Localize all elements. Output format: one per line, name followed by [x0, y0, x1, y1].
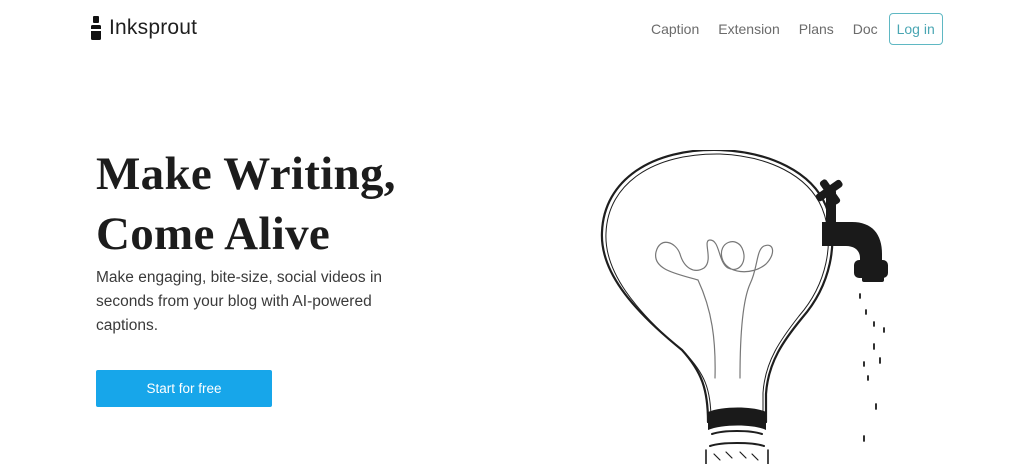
nav-caption[interactable]: Caption: [651, 21, 699, 37]
top-nav: Caption Extension Plans Doc Log in: [651, 12, 943, 45]
start-for-free-button[interactable]: Start for free: [96, 370, 272, 407]
hero-title-line-2: Come Alive: [96, 208, 331, 260]
ink-bottle-icon: [91, 16, 101, 40]
brand-name: Inksprout: [109, 16, 198, 39]
nav-plans[interactable]: Plans: [799, 21, 834, 37]
nav-doc[interactable]: Doc: [853, 21, 878, 37]
login-button[interactable]: Log in: [888, 12, 943, 45]
hero-subtitle: Make engaging, bite-size, social videos …: [96, 269, 383, 334]
hero-title-line-1: Make Writing,: [96, 148, 396, 200]
brand-logo[interactable]: Inksprout: [90, 14, 197, 42]
lightbulb-faucet-illustration: [600, 150, 888, 464]
hero-title: Make Writing, Come Alive: [96, 144, 536, 264]
nav-extension[interactable]: Extension: [718, 21, 779, 37]
